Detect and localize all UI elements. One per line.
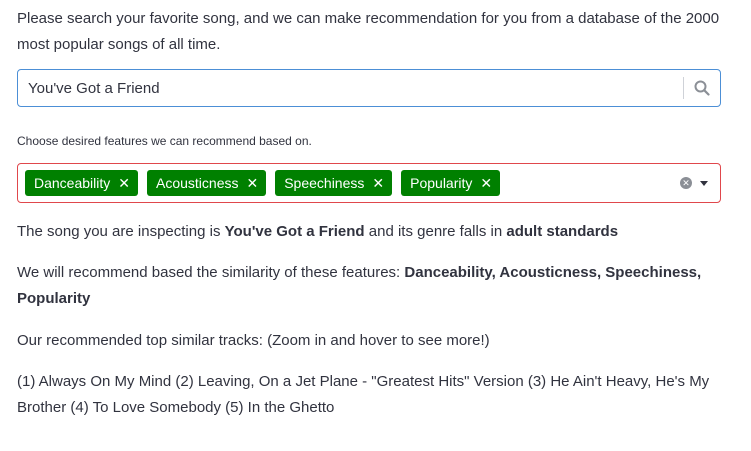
song-search-input[interactable] <box>18 71 683 105</box>
features-multiselect[interactable]: Danceability ✕ Acousticness ✕ Speechines… <box>17 163 721 203</box>
features-summary: We will recommend based the similarity o… <box>17 260 732 312</box>
song-genre: adult standards <box>506 223 619 240</box>
inspect-middle: and its genre falls in <box>364 223 507 240</box>
intro-text: Please search your favorite song, and we… <box>17 10 720 53</box>
song-search-box[interactable] <box>17 69 721 107</box>
selected-features: Danceability ✕ Acousticness ✕ Speechines… <box>25 170 680 196</box>
chip-speechiness[interactable]: Speechiness ✕ <box>275 170 393 196</box>
inspect-prefix: The song you are inspecting is <box>17 223 225 240</box>
recommended-tracks: (1) Always On My Mind (2) Leaving, On a … <box>17 373 710 416</box>
remove-chip-icon[interactable]: ✕ <box>246 176 258 190</box>
chevron-down-icon[interactable] <box>700 180 708 186</box>
inspected-song: You've Got a Friend <box>224 223 365 240</box>
app-main: Please search your favorite song, and we… <box>0 0 751 451</box>
chip-popularity[interactable]: Popularity ✕ <box>401 170 501 196</box>
chip-danceability[interactable]: Danceability ✕ <box>25 170 138 196</box>
search-button[interactable] <box>684 70 720 106</box>
chip-acousticness[interactable]: Acousticness ✕ <box>147 170 267 196</box>
chip-label: Speechiness <box>284 175 365 191</box>
remove-chip-icon[interactable]: ✕ <box>118 176 130 190</box>
features-label: Choose desired features we can recommend… <box>17 134 312 148</box>
remove-chip-icon[interactable]: ✕ <box>372 176 384 190</box>
features-prefix: We will recommend based the similarity o… <box>17 264 405 281</box>
remove-chip-icon[interactable]: ✕ <box>480 176 492 190</box>
top-tracks-label: Our recommended top similar tracks: (Zoo… <box>17 332 490 349</box>
clear-all-icon[interactable]: ✕ <box>680 177 692 189</box>
inspect-text: The song you are inspecting is You've Go… <box>17 219 732 245</box>
search-icon <box>694 80 710 96</box>
chip-label: Danceability <box>34 175 111 191</box>
multiselect-controls: ✕ <box>680 177 720 189</box>
chip-label: Popularity <box>410 175 473 191</box>
chip-label: Acousticness <box>156 175 239 191</box>
